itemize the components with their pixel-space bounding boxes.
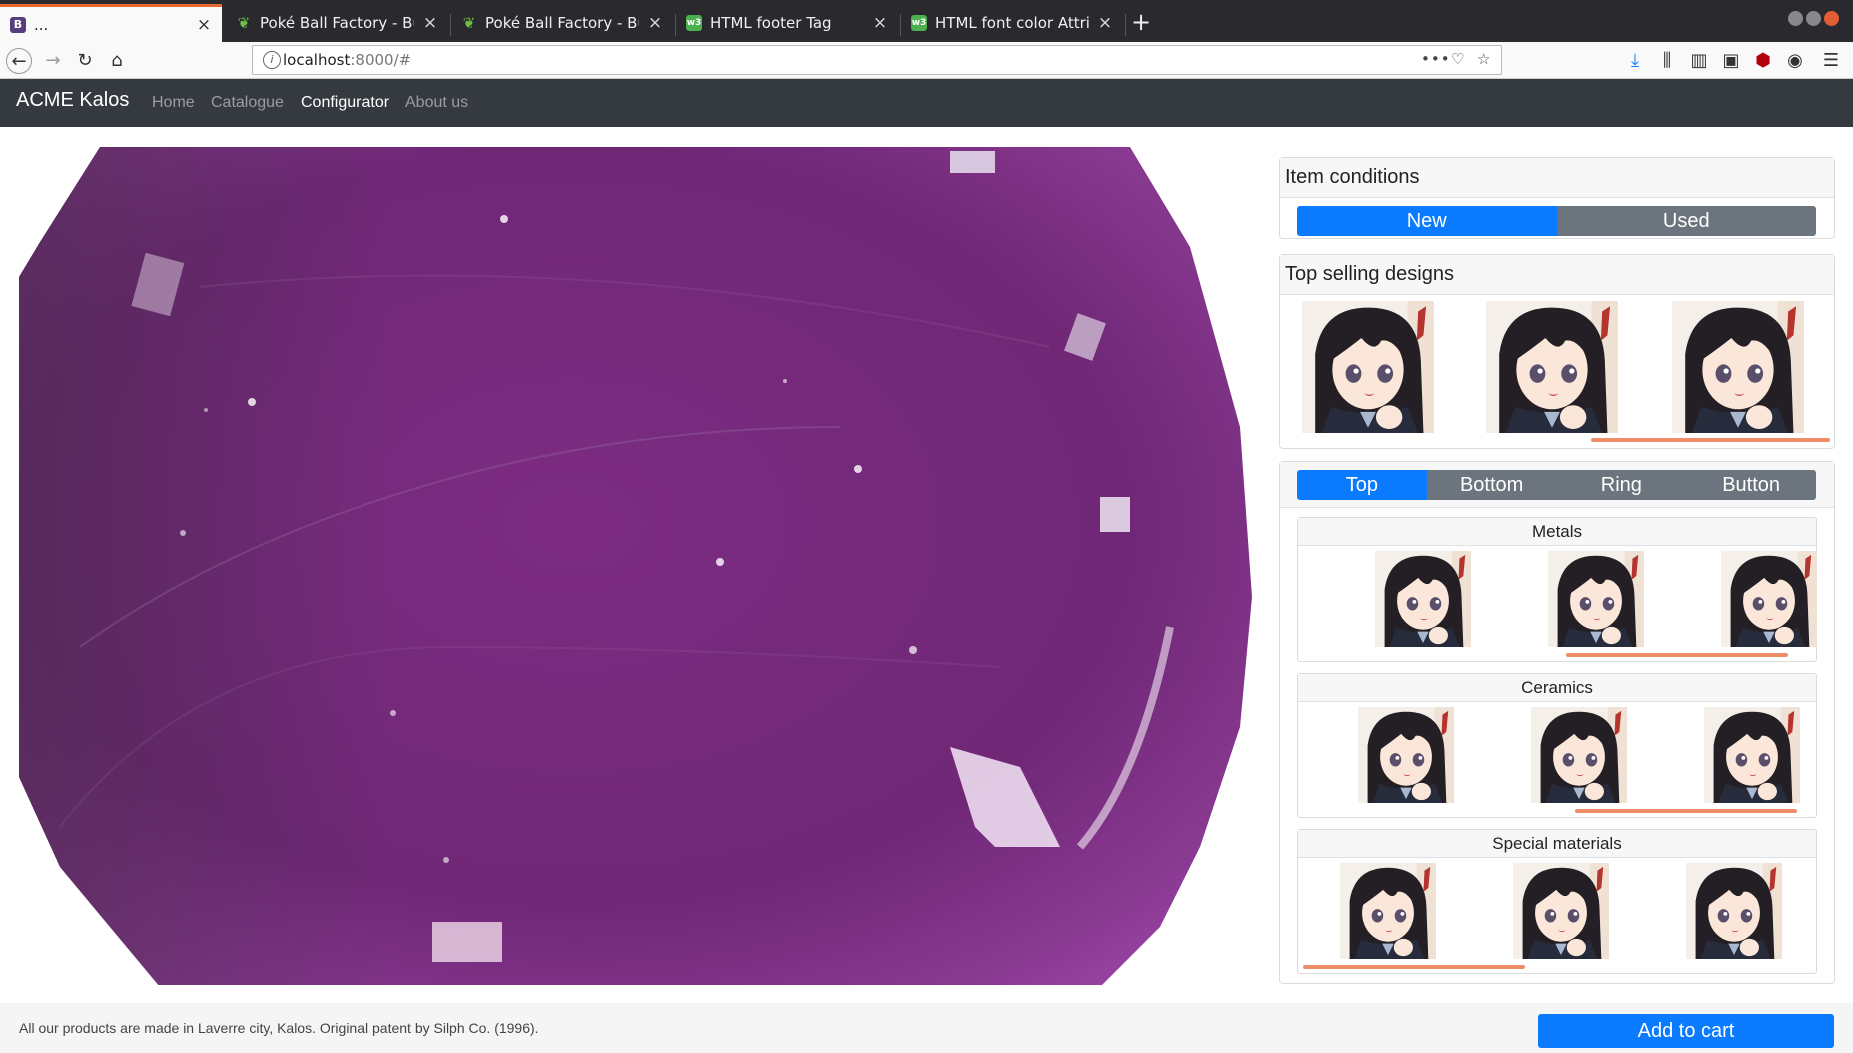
page-actions-icon[interactable]: ••• bbox=[1421, 50, 1451, 68]
item-conditions-card: Item conditions New Used bbox=[1279, 157, 1835, 239]
reload-icon[interactable]: ↻ bbox=[72, 48, 98, 74]
url-text[interactable]: localhost:8000/# bbox=[283, 51, 411, 69]
close-tab-icon[interactable]: × bbox=[1097, 13, 1113, 33]
home-icon[interactable]: ⌂ bbox=[104, 48, 130, 74]
metals-group: Metals bbox=[1297, 517, 1817, 662]
tab-current[interactable]: B ... × bbox=[0, 4, 222, 42]
forward-icon[interactable]: → bbox=[40, 48, 66, 74]
material-thumbnail[interactable] bbox=[1704, 707, 1800, 803]
back-icon[interactable]: ← bbox=[6, 48, 32, 74]
menu-icon[interactable]: ☰ bbox=[1818, 48, 1844, 74]
sidebar-icon[interactable]: ▥ bbox=[1686, 48, 1712, 74]
special-materials-group: Special materials bbox=[1297, 829, 1817, 974]
nav-catalogue[interactable]: Catalogue bbox=[211, 94, 284, 112]
item-conditions-title: Item conditions bbox=[1280, 158, 1834, 198]
bulbapedia-icon: ❦ bbox=[462, 14, 476, 32]
special-materials-title: Special materials bbox=[1298, 830, 1816, 858]
tab-ring[interactable]: Ring bbox=[1556, 470, 1687, 500]
material-thumbnail[interactable] bbox=[1721, 551, 1817, 647]
material-thumbnail[interactable] bbox=[1358, 707, 1454, 803]
bulbapedia-icon: ❦ bbox=[237, 14, 251, 32]
tab-bulbapedia-1[interactable]: ❦ Poké Ball Factory - Bulbapedia × bbox=[226, 4, 448, 42]
design-thumbnail[interactable] bbox=[1672, 301, 1804, 433]
metals-title: Metals bbox=[1298, 518, 1816, 546]
ball-render[interactable] bbox=[0, 127, 1270, 985]
condition-new-button[interactable]: New bbox=[1297, 206, 1557, 236]
add-to-cart-button[interactable]: Add to cart bbox=[1538, 1014, 1834, 1048]
design-thumbnail[interactable] bbox=[1486, 301, 1618, 433]
site-navbar: ACME Kalos Home Catalogue Configurator A… bbox=[0, 79, 1853, 127]
extension-icon[interactable]: ◉ bbox=[1782, 48, 1808, 74]
bootstrap-icon: B bbox=[10, 16, 26, 33]
tab-bottom[interactable]: Bottom bbox=[1426, 470, 1557, 500]
tab-title: ... bbox=[34, 15, 49, 34]
page-footer: All our products are made in Laverre cit… bbox=[0, 1003, 1853, 1053]
tab-title: HTML font color Attribute bbox=[935, 14, 1089, 32]
parts-card: Top Bottom Ring Button Metals Ceramics S… bbox=[1279, 461, 1835, 984]
close-tab-icon[interactable]: × bbox=[196, 15, 212, 35]
close-tab-icon[interactable]: × bbox=[422, 13, 438, 33]
material-thumbnail[interactable] bbox=[1375, 551, 1471, 647]
library-icon[interactable]: ⫼ bbox=[1654, 48, 1680, 74]
tab-button[interactable]: Button bbox=[1686, 470, 1816, 500]
special-materials-scroll-indicator[interactable] bbox=[1303, 965, 1525, 969]
minimize-icon[interactable] bbox=[1788, 11, 1803, 26]
w3schools-icon: w3 bbox=[911, 15, 927, 31]
carousel-scroll-indicator[interactable] bbox=[1591, 438, 1830, 442]
close-tab-icon[interactable]: × bbox=[647, 13, 663, 33]
download-icon[interactable]: ⤓ bbox=[1622, 48, 1648, 74]
top-selling-designs-title: Top selling designs bbox=[1280, 255, 1834, 295]
nav-about-us[interactable]: About us bbox=[405, 94, 468, 112]
nav-configurator[interactable]: Configurator bbox=[301, 94, 389, 112]
info-icon[interactable]: i bbox=[263, 51, 281, 69]
browser-tab-bar: B ... × ❦ Poké Ball Factory - Bulbapedia… bbox=[0, 0, 1853, 42]
url-bar[interactable]: i localhost:8000/# ••• ♡ ☆ bbox=[252, 45, 1502, 75]
brand-logo[interactable]: ACME Kalos bbox=[16, 89, 129, 112]
tab-title: Poké Ball Factory - Bulbapedia bbox=[485, 14, 639, 32]
nav-home[interactable]: Home bbox=[152, 94, 195, 112]
ublock-icon[interactable]: ⬢ bbox=[1750, 48, 1776, 74]
maximize-icon[interactable] bbox=[1806, 11, 1821, 26]
new-tab-icon[interactable]: + bbox=[1131, 6, 1151, 38]
material-thumbnail[interactable] bbox=[1686, 863, 1782, 959]
w3schools-icon: w3 bbox=[686, 15, 702, 31]
tab-html-footer[interactable]: w3 HTML footer Tag × bbox=[676, 4, 898, 42]
tab-title: HTML footer Tag bbox=[710, 14, 832, 32]
material-thumbnail[interactable] bbox=[1340, 863, 1436, 959]
screenshot-icon[interactable]: ▣ bbox=[1718, 48, 1744, 74]
tab-top[interactable]: Top bbox=[1297, 470, 1427, 500]
top-selling-designs-card: Top selling designs bbox=[1279, 254, 1835, 449]
browser-toolbar: ← → ↻ ⌂ i localhost:8000/# ••• ♡ ☆ ⤓ ⫼ ▥… bbox=[0, 42, 1853, 79]
pocket-icon[interactable]: ♡ bbox=[1451, 50, 1464, 68]
ceramics-title: Ceramics bbox=[1298, 674, 1816, 702]
ceramics-scroll-indicator[interactable] bbox=[1575, 809, 1797, 813]
metals-scroll-indicator[interactable] bbox=[1566, 653, 1788, 657]
part-tabs[interactable]: Top Bottom Ring Button bbox=[1297, 470, 1816, 500]
material-thumbnail[interactable] bbox=[1513, 863, 1609, 959]
material-thumbnail[interactable] bbox=[1531, 707, 1627, 803]
ball-3d-viewport[interactable] bbox=[0, 127, 1270, 985]
bookmark-star-icon[interactable]: ☆ bbox=[1477, 50, 1490, 68]
tab-html-font[interactable]: w3 HTML font color Attribute × bbox=[901, 4, 1123, 42]
ceramics-group: Ceramics bbox=[1297, 673, 1817, 818]
tab-bulbapedia-2[interactable]: ❦ Poké Ball Factory - Bulbapedia × bbox=[451, 4, 673, 42]
close-window-icon[interactable] bbox=[1824, 11, 1839, 26]
design-thumbnail[interactable] bbox=[1302, 301, 1434, 433]
close-tab-icon[interactable]: × bbox=[872, 13, 888, 33]
material-thumbnail[interactable] bbox=[1548, 551, 1644, 647]
tab-title: Poké Ball Factory - Bulbapedia bbox=[260, 14, 414, 32]
condition-used-button[interactable]: Used bbox=[1556, 206, 1816, 236]
condition-toggle[interactable]: New Used bbox=[1297, 206, 1816, 236]
footer-text: All our products are made in Laverre cit… bbox=[19, 1020, 539, 1036]
